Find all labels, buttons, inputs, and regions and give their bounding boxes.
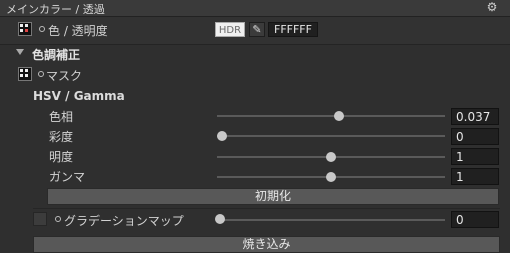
panel-title: メインカラー / 透過 <box>6 3 105 16</box>
gamma-slider-knob[interactable] <box>326 172 336 182</box>
slider-label-saturation: 彩度 <box>49 130 74 144</box>
mask-label: マスク <box>46 69 83 83</box>
reset-button[interactable]: 初期化 <box>47 188 499 205</box>
saturation-slider-track[interactable] <box>217 135 445 137</box>
gradation-slider-track[interactable] <box>217 219 445 221</box>
hue-slider-knob[interactable] <box>334 111 344 121</box>
divider <box>33 208 500 209</box>
gradation-slot-circle-icon[interactable] <box>55 216 61 222</box>
hex-color-field[interactable]: FFFFFF <box>268 22 318 37</box>
hsv-gamma-title: HSV / Gamma <box>33 89 125 103</box>
texture-slot-circle-icon[interactable] <box>39 26 45 32</box>
gradation-slider-knob[interactable] <box>215 214 225 224</box>
saturation-value-field[interactable]: 0 <box>451 128 499 145</box>
hue-value-field[interactable]: 0.037 <box>451 108 499 125</box>
texture-thumbnail-icon[interactable] <box>18 22 32 36</box>
foldout-arrow-icon[interactable] <box>16 49 24 55</box>
hue-slider-track[interactable] <box>217 115 445 117</box>
hdr-button[interactable]: HDR <box>215 22 245 37</box>
slider-label-hue: 色相 <box>49 110 74 124</box>
gear-icon[interactable]: ⚙ <box>485 0 499 14</box>
gradation-toggle-checkbox[interactable] <box>33 212 47 226</box>
brightness-slider-knob[interactable] <box>326 152 336 162</box>
gradation-value-field[interactable]: 0 <box>451 211 499 228</box>
slider-label-brightness: 明度 <box>49 150 74 164</box>
mask-slot-circle-icon[interactable] <box>38 71 44 77</box>
color-alpha-label: 色 / 透明度 <box>48 24 108 38</box>
slider-label-gamma: ガンマ <box>49 170 86 184</box>
bake-button[interactable]: 焼き込み <box>33 236 500 253</box>
eyedropper-icon[interactable]: ✎ <box>249 22 265 37</box>
mask-thumbnail-icon[interactable] <box>18 67 32 81</box>
gradation-map-label: グラデーションマップ <box>64 214 184 228</box>
gamma-value-field[interactable]: 1 <box>451 168 499 185</box>
brightness-value-field[interactable]: 1 <box>451 148 499 165</box>
saturation-slider-knob[interactable] <box>217 131 227 141</box>
color-correction-title: 色調補正 <box>32 48 81 62</box>
